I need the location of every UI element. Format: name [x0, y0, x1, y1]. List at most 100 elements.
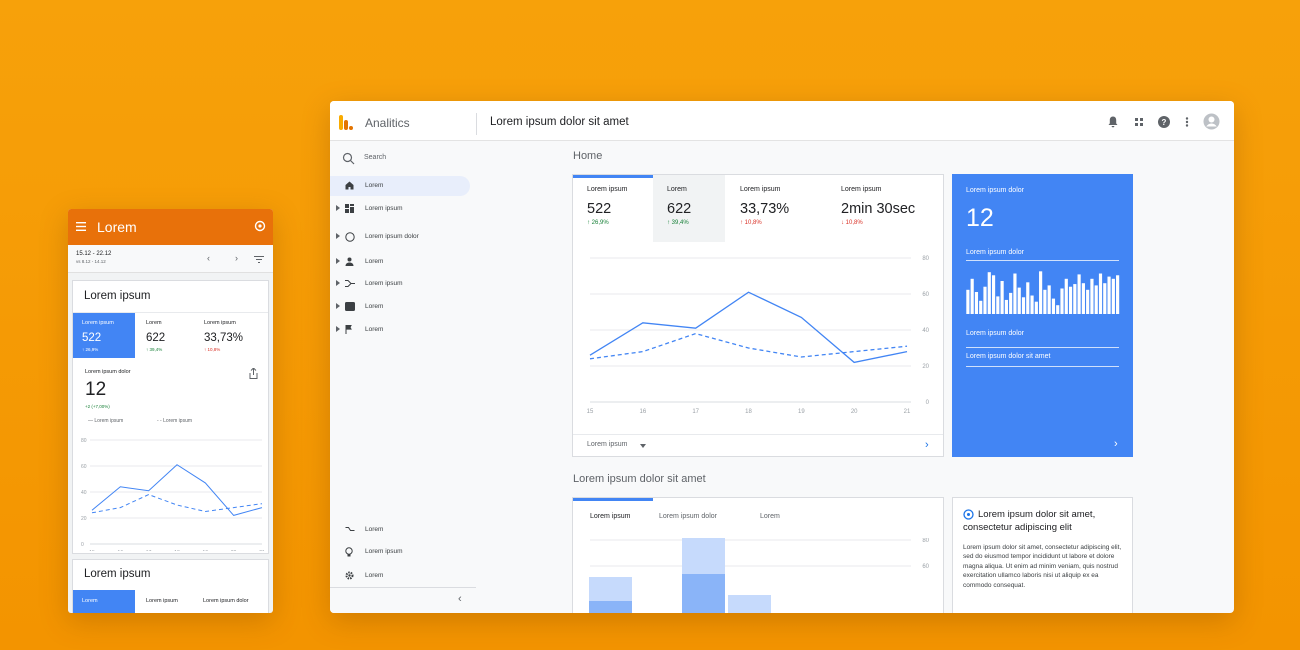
sidebar-item-label: Lorem: [365, 182, 384, 189]
kpi-label: Lorem ipsum: [740, 186, 781, 193]
realtime-bar: [1039, 271, 1043, 314]
sidebar-item-dashboard[interactable]: Lorem ipsum: [330, 199, 470, 219]
series-line-dashed: [589, 332, 908, 360]
realtime-bar: [1009, 292, 1013, 314]
kpi-tab-3[interactable]: Lorem ipsum 33,73% ↑ 10,8%: [195, 313, 268, 358]
tab-1[interactable]: Lorem ipsum: [590, 513, 630, 520]
sidebar-item-behavior[interactable]: Lorem: [330, 297, 470, 317]
legend-item-dashed: - - Lorem ipsum: [157, 418, 193, 424]
share-icon[interactable]: [249, 368, 258, 379]
kpi-label: Lorem ipsum: [587, 186, 628, 193]
y-tick-label: 20: [81, 516, 87, 522]
sidebar-item-admin[interactable]: Lorem: [330, 566, 470, 586]
kpi-value: 622: [667, 201, 692, 217]
bar-segment-dark: [682, 574, 725, 613]
realtime-card: Lorem ipsum dolor 12 Lorem ipsum dolor L…: [952, 174, 1133, 457]
realtime-bar: [1060, 288, 1064, 314]
expand-arrow-icon[interactable]: [336, 303, 340, 309]
kpi-value: 522: [82, 332, 102, 344]
tab-3[interactable]: Lorem: [760, 513, 780, 520]
sidebar-item-label: Lorem ipsum: [365, 548, 403, 555]
insights-icon[interactable]: [254, 220, 266, 232]
divider: [966, 347, 1119, 348]
kpi-value: 522: [587, 201, 612, 217]
sidebar-item-label: Lorem: [365, 258, 384, 265]
sidebar-item-attribution[interactable]: Lorem: [330, 520, 470, 540]
expand-arrow-icon[interactable]: [336, 205, 340, 211]
y-tick-label: 80: [922, 256, 929, 262]
metric-delta: +2 (+7,00%): [85, 404, 110, 409]
person-icon: [345, 257, 354, 266]
chevron-left-icon[interactable]: ‹: [207, 253, 210, 263]
realtime-bar: [1004, 299, 1008, 314]
metric-dropdown[interactable]: Lorem ipsum: [587, 441, 627, 448]
analytics-logo: [339, 115, 353, 130]
tab-2[interactable]: Lorem ipsum: [146, 598, 178, 604]
kpi-tab-4[interactable]: Lorem ipsum 2min 30sec ↓ 10,8%: [827, 175, 943, 242]
tab-1[interactable]: Lorem: [73, 590, 135, 613]
expand-arrow-icon[interactable]: [336, 233, 340, 239]
insight-card: Lorem ipsum dolor sit amet, consectetur …: [952, 497, 1133, 613]
filter-icon[interactable]: [254, 256, 264, 263]
expand-arrow-icon[interactable]: [336, 326, 340, 332]
kpi-tab-1[interactable]: Lorem ipsum 522 ↑ 26,9%: [73, 313, 135, 358]
y-tick-label: 80: [81, 438, 87, 444]
kpi-value: 2min 30sec: [841, 201, 916, 217]
x-tick-label: 15: [587, 409, 594, 415]
attribution-icon: [345, 527, 355, 531]
realtime-bar: [1077, 274, 1081, 314]
chevron-right-icon[interactable]: ›: [1114, 438, 1118, 450]
mobile-title: Lorem: [97, 219, 137, 235]
section-title: Lorem ipsum dolor sit amet: [573, 473, 706, 485]
expand-arrow-icon[interactable]: [336, 280, 340, 286]
kpi-tab-2[interactable]: Lorem 622 ↑ 39,4%: [137, 313, 194, 358]
y-tick-label: 0: [81, 542, 84, 548]
chevron-right-icon[interactable]: ›: [925, 439, 929, 451]
overview-card: Lorem ipsum 522 ↑ 26,9% Lorem 622 ↑ 39,4…: [572, 174, 944, 457]
bell-icon[interactable]: [1106, 115, 1120, 129]
sidebar-item-discover[interactable]: Lorem ipsum: [330, 542, 470, 562]
realtime-bar: [979, 300, 983, 314]
tab-3[interactable]: Lorem ipsum dolor: [203, 598, 249, 604]
x-tick-label: 18: [174, 550, 180, 551]
x-tick-label: 16: [118, 550, 124, 551]
menu-icon[interactable]: [76, 222, 86, 231]
kpi-delta: ↑ 26,9%: [587, 220, 609, 226]
gear-icon: [345, 571, 354, 580]
realtime-bar: [1013, 273, 1017, 314]
kpi-tab-2[interactable]: Lorem 622 ↑ 39,4%: [653, 175, 725, 242]
realtime-bar: [1000, 281, 1004, 314]
y-tick-label: 20: [922, 364, 929, 370]
tab-2[interactable]: Lorem ipsum dolor: [659, 513, 717, 520]
search-input[interactable]: Search: [364, 154, 386, 161]
expand-arrow-icon[interactable]: [336, 258, 340, 264]
sidebar-item-home[interactable]: Lorem: [330, 176, 470, 196]
search-icon[interactable]: [342, 151, 356, 167]
sidebar-item-audience[interactable]: Lorem: [330, 252, 470, 272]
kpi-tab-1[interactable]: Lorem ipsum 522 ↑ 26,9%: [573, 175, 653, 242]
realtime-bar: [1086, 289, 1090, 314]
realtime-bar: [1064, 278, 1068, 314]
realtime-bar: [1034, 301, 1038, 314]
apps-grid-icon[interactable]: [1132, 115, 1146, 129]
sidebar-item-acquisition[interactable]: Lorem ipsum: [330, 274, 470, 294]
sidebar-item-realtime[interactable]: Lorem ipsum dolor: [330, 227, 470, 247]
section-title-home: Home: [573, 150, 603, 162]
realtime-bar: [1081, 283, 1085, 314]
chevron-right-icon[interactable]: ›: [235, 253, 238, 263]
date-range-bar[interactable]: 15.12 - 22.12 vs 8.12 - 14.12 ‹ ›: [68, 245, 273, 273]
sidebar-item-conversions[interactable]: Lorem: [330, 320, 470, 340]
divider: [573, 434, 943, 435]
avatar-icon[interactable]: [1203, 113, 1220, 130]
page-title: Lorem ipsum dolor sit amet: [490, 116, 629, 128]
kpi-delta: ↑ 10,8%: [204, 347, 221, 352]
kpi-tab-3[interactable]: Lorem ipsum 33,73% ↑ 10,8%: [726, 175, 826, 242]
collapse-sidebar-icon[interactable]: ‹: [458, 593, 462, 605]
dropdown-arrow-icon[interactable]: [640, 444, 646, 448]
kpi-value: 33,73%: [204, 332, 244, 344]
realtime-bar: [1090, 278, 1094, 314]
behavior-icon: [345, 302, 355, 311]
help-icon[interactable]: ?: [1157, 115, 1171, 129]
more-vert-icon[interactable]: [1180, 115, 1194, 129]
y-tick-label: 60: [81, 464, 87, 470]
